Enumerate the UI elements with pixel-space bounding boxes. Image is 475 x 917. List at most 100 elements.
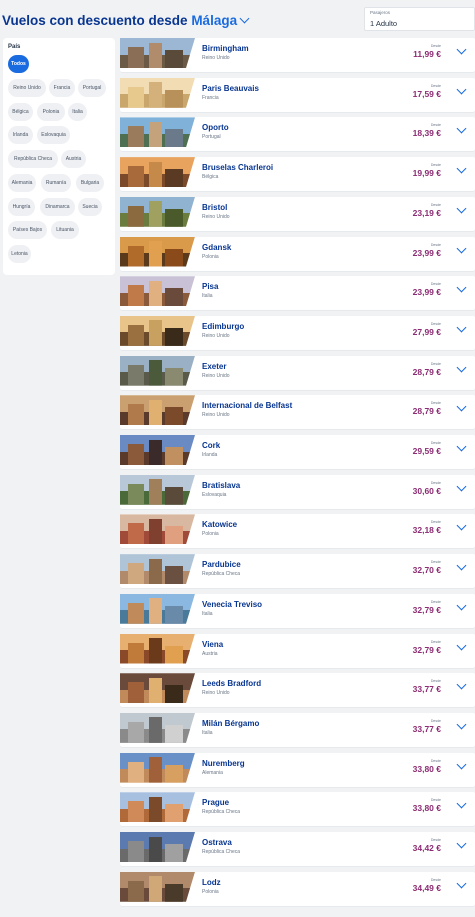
chevron-down-icon[interactable] [456,401,467,412]
chevron-down-icon[interactable] [456,759,467,770]
origin-selector[interactable]: Málaga [191,13,250,28]
country-chip[interactable]: Todos [8,55,29,73]
destination-city[interactable]: Pardubice [202,560,241,569]
country-chip[interactable]: Letonia [8,245,31,263]
flight-row[interactable]: Katowice Polonia Desde 32,18 € [120,514,475,549]
flight-row[interactable]: Pisa Italia Desde 23,99 € [120,276,475,311]
chevron-down-icon[interactable] [456,84,467,95]
country-chip[interactable]: Eslovaquia [37,126,70,144]
destination-city[interactable]: Katowice [202,520,237,529]
chevron-down-icon[interactable] [456,322,467,333]
price-from-label: Desde [430,361,441,366]
destination-city[interactable]: Venecia Treviso [202,600,262,609]
price-from-label: Desde [430,202,441,207]
flight-row[interactable]: Edimburgo Reino Unido Desde 27,99 € [120,315,475,350]
chevron-down-icon[interactable] [456,520,467,531]
country-chip[interactable]: Irlanda [8,126,33,144]
chevron-down-icon[interactable] [456,640,467,650]
country-chip[interactable]: Países Bajos [8,221,47,239]
country-chip[interactable]: Polonia [37,103,65,121]
flight-row[interactable]: Gdansk Polonia Desde 23,99 € [120,236,475,271]
chevron-down-icon[interactable] [456,560,467,571]
flight-row[interactable]: Ostrava República Checa Desde 34,42 € [120,832,475,866]
destination-country: Eslovaquia [202,491,227,498]
chevron-down-icon[interactable] [239,13,250,24]
chevron-down-icon[interactable] [456,441,467,452]
chevron-down-icon[interactable] [456,163,467,174]
flight-row[interactable]: Milán Bérgamo Italia Desde 33,77 € [120,712,475,747]
chevron-down-icon[interactable] [456,243,467,253]
destination-city[interactable]: Lodz [202,878,221,887]
destination-city[interactable]: Paris Beauvais [202,84,259,93]
chevron-down-icon[interactable] [456,679,467,690]
country-chip[interactable]: Hungría [8,198,35,216]
chevron-down-icon[interactable] [456,878,467,889]
flight-row[interactable]: Internacional de Belfast Reino Unido Desde… [120,395,475,430]
flight-row[interactable]: Bruselas Charleroi Bélgica Desde 19,99 € [120,157,475,192]
price: 30,60 € [412,485,441,496]
chevron-down-icon[interactable] [456,481,467,492]
country-chip[interactable]: Francia [49,79,75,97]
destination-city[interactable]: Ostrava [202,838,232,847]
flight-row[interactable]: Leeds Bradford Reino Unido Desde 33,77 € [120,673,475,708]
flight-row[interactable]: Exeter Reino Unido Desde 28,79 € [120,355,475,390]
flight-row[interactable]: Paris Beauvais Francia Desde 17,59 € [120,77,475,112]
country-chip[interactable]: Portugal [78,79,106,97]
destination-city[interactable]: Oporto [202,123,229,132]
flight-row[interactable]: Lodz Polonia Desde 34,49 € [120,871,475,906]
price: 33,80 € [412,763,441,774]
flight-row[interactable]: Nuremberg Alemania Desde 33,80 € [120,752,475,787]
destination-city[interactable]: Nuremberg [202,759,245,768]
chevron-down-icon[interactable] [456,282,467,293]
destination-city[interactable]: Leeds Bradford [202,679,261,688]
passengers-selector[interactable]: Pasajeros 1 Adulto [364,7,475,31]
destination-city[interactable]: Internacional de Belfast [202,401,292,410]
country-chip[interactable]: Suecia [78,198,102,216]
chevron-down-icon[interactable] [456,600,467,611]
destination-city[interactable]: Edimburgo [202,322,244,331]
destination-photo [120,633,195,664]
origin-city[interactable]: Málaga [191,13,237,28]
country-chip[interactable]: Bélgica [8,103,33,121]
chevron-down-icon[interactable] [456,203,467,214]
flight-row[interactable]: Venecia Treviso Italia Desde 32,79 € [120,593,475,628]
destination-city[interactable]: Pisa [202,282,218,291]
chevron-down-icon[interactable] [456,44,467,55]
country-chip[interactable]: Italia [68,103,87,121]
flight-row[interactable]: Cork Irlanda Desde 29,59 € [120,435,475,469]
country-chip[interactable]: Bulgaria [76,174,104,192]
flight-row[interactable]: Birmingham Reino Unido Desde 11,99 € [120,38,475,72]
country-chip[interactable]: Reino Unido [8,79,46,97]
destination-city[interactable]: Bristol [202,203,227,212]
destination-city[interactable]: Gdansk [202,243,231,252]
destination-city[interactable]: Bruselas Charleroi [202,163,273,172]
flight-row[interactable]: Prague República Checa Desde 33,80 € [120,792,475,827]
chevron-down-icon[interactable] [456,123,467,134]
flight-row[interactable]: Bristol Reino Unido Desde 23,19 € [120,196,475,231]
country-chip[interactable]: Dinamarca [40,198,75,216]
country-chip[interactable]: Alemania [8,174,36,192]
destination-city[interactable]: Bratislava [202,481,240,490]
flight-row[interactable]: Pardubice República Checa Desde 32,70 € [120,554,475,589]
passengers-value[interactable]: 1 Adulto [370,19,397,28]
destination-city[interactable]: Cork [202,441,220,450]
flight-row[interactable]: Oporto Portugal Desde 18,39 € [120,117,475,152]
country-chip[interactable]: República Checa [8,150,58,168]
destination-photo [120,157,195,188]
flight-row[interactable]: Viena Austria Desde 32,79 € [120,633,475,668]
chevron-down-icon[interactable] [456,719,467,730]
country-chip[interactable]: Lituania [51,221,79,239]
destination-city[interactable]: Prague [202,798,229,807]
destination-city[interactable]: Milán Bérgamo [202,719,259,728]
destination-city[interactable]: Viena [202,640,223,649]
destination-city[interactable]: Birmingham [202,44,249,53]
price-from-label: Desde [430,520,441,525]
flight-row[interactable]: Bratislava Eslovaquia Desde 30,60 € [120,474,475,509]
country-chip[interactable]: Austria [61,150,86,168]
destination-country: República Checa [202,571,241,578]
country-chip[interactable]: Rumanía [41,174,71,192]
destination-city[interactable]: Exeter [202,362,226,371]
chevron-down-icon[interactable] [456,362,467,373]
chevron-down-icon[interactable] [456,798,467,809]
chevron-down-icon[interactable] [456,838,467,849]
